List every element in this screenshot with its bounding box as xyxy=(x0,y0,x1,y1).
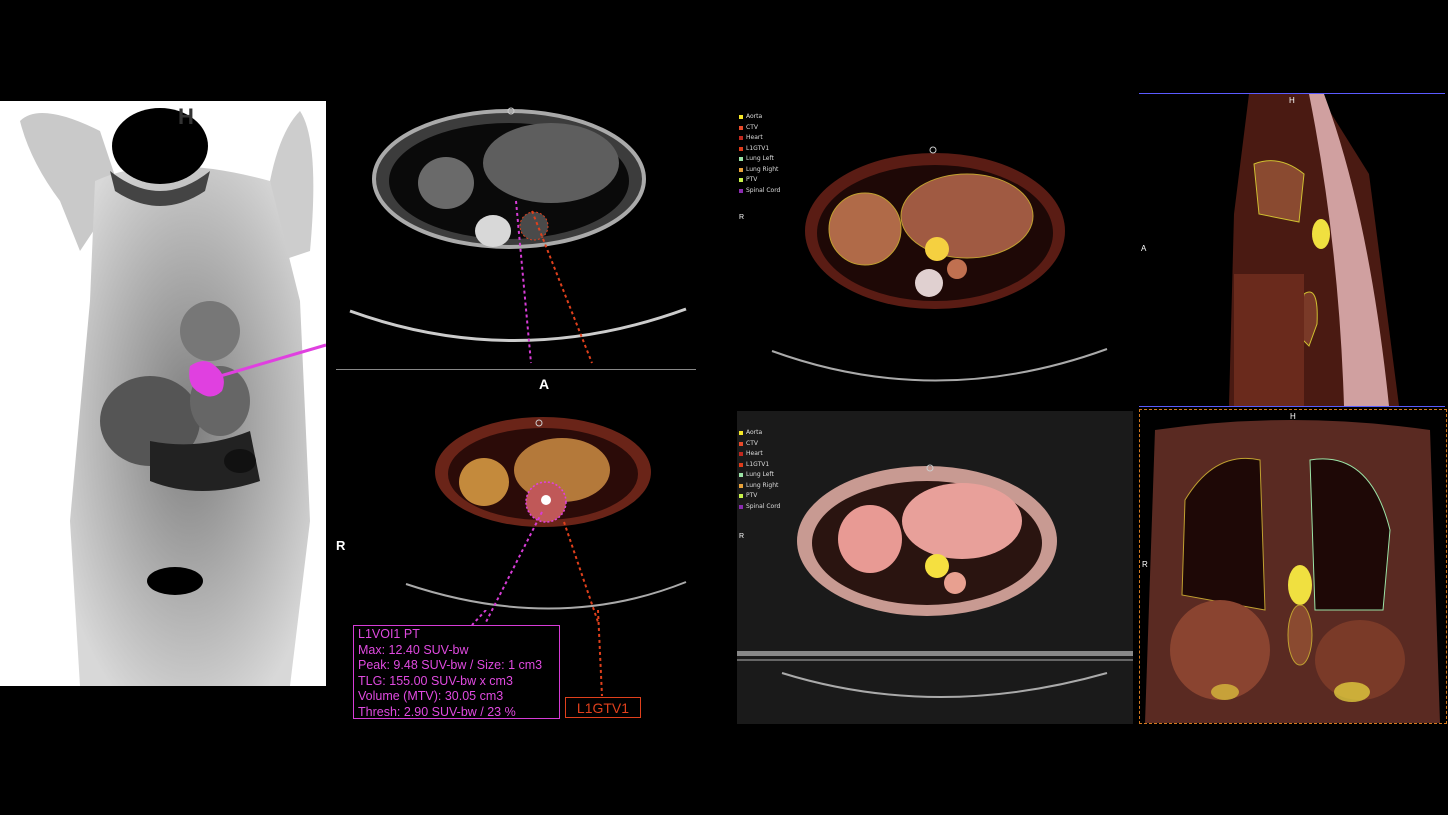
legend-label: PTV xyxy=(746,492,758,499)
fusion-axial-2-viewport[interactable]: Aorta CTV Heart L1GTV1 Lung Left Lung Right PT… xyxy=(737,101,1133,401)
fusion-axial-3-image xyxy=(737,464,1133,698)
coronal-image xyxy=(1145,420,1440,723)
legend-swatch xyxy=(739,431,743,436)
coronal-viewport[interactable]: H R xyxy=(1139,409,1447,724)
legend-label: Heart xyxy=(746,450,763,457)
legend-label: L1GTV1 xyxy=(746,144,770,152)
gtv-label-tag: L1GTV1 xyxy=(565,697,641,718)
fusion-axial-2-orientation-label: R xyxy=(739,214,745,221)
sagittal-top-label: H xyxy=(1289,96,1295,105)
mip-body-image xyxy=(20,108,326,686)
fusion-axial-image xyxy=(405,417,687,622)
legend-item: CTV xyxy=(739,123,780,134)
legend-item: Aorta xyxy=(739,428,780,439)
legend-item: Lung Left xyxy=(739,154,780,165)
legend-label: Aorta xyxy=(746,113,763,120)
structure-legend-2: Aorta CTV Heart L1GTV1 Lung Left Lung Right PT… xyxy=(739,428,780,512)
legend-label: L1GTV1 xyxy=(746,460,770,468)
sagittal-side-label: A xyxy=(1141,244,1147,253)
fusion-axial-3-viewport[interactable]: Aorta CTV Heart L1GTV1 Lung Left Lung Right PT… xyxy=(737,411,1133,724)
voi-title: L1VOI1 PT xyxy=(358,627,420,641)
voi-tlg: TLG: 155.00 SUV-bw x cm3 xyxy=(358,673,513,688)
ct-axial-viewport[interactable] xyxy=(336,101,696,369)
legend-label: Spinal Cord xyxy=(746,502,781,510)
legend-swatch xyxy=(739,188,743,193)
fusion-axial-orientation-label: R xyxy=(336,538,346,553)
legend-label: Spinal Cord xyxy=(746,186,781,194)
legend-swatch xyxy=(739,178,743,183)
legend-swatch xyxy=(739,136,743,141)
legend-label: PTV xyxy=(746,176,758,183)
mip-orientation-label: H xyxy=(178,104,194,129)
ct-axial-image xyxy=(349,107,687,364)
legend-item: Spinal Cord xyxy=(739,186,780,197)
voi-thresh: Thresh: 2.90 SUV-bw / 23 % xyxy=(358,704,516,719)
legend-label: Lung Right xyxy=(746,165,779,173)
legend-label: Lung Left xyxy=(746,155,774,162)
legend-item: Lung Left xyxy=(739,470,780,481)
legend-label: CTV xyxy=(746,123,758,131)
legend-swatch xyxy=(739,125,743,130)
legend-item: L1GTV1 xyxy=(739,460,780,471)
sagittal-image xyxy=(1229,94,1399,406)
voi-max: Max: 12.40 SUV-bw xyxy=(358,642,469,657)
legend-swatch xyxy=(739,504,743,509)
legend-swatch xyxy=(739,115,743,120)
fusion-axial-2-image xyxy=(771,146,1108,382)
voi-stats-box: L1VOI1 PT Max: 12.40 SUV-bw Peak: 9.48 S… xyxy=(353,625,560,719)
legend-item: Lung Right xyxy=(739,165,780,176)
legend-label: Aorta xyxy=(746,429,763,436)
legend-swatch xyxy=(739,452,743,457)
legend-item: PTV xyxy=(739,175,780,186)
legend-item: Heart xyxy=(739,449,780,460)
structure-legend: Aorta CTV Heart L1GTV1 Lung Left Lung Right PT… xyxy=(739,112,780,196)
legend-item: Heart xyxy=(739,133,780,144)
fusion-axial-viewport[interactable] xyxy=(336,412,696,622)
legend-label: Lung Right xyxy=(746,481,779,489)
legend-swatch xyxy=(739,146,743,151)
legend-item: CTV xyxy=(739,439,780,450)
legend-swatch xyxy=(739,441,743,446)
legend-item: Spinal Cord xyxy=(739,502,780,513)
ct-axial-orientation-label: A xyxy=(539,376,550,392)
legend-label: Heart xyxy=(746,134,763,141)
coronal-side-label: R xyxy=(1142,560,1148,569)
legend-swatch xyxy=(739,157,743,162)
coronal-top-label: H xyxy=(1290,412,1296,421)
legend-swatch xyxy=(739,462,743,467)
legend-item: PTV xyxy=(739,491,780,502)
legend-label: CTV xyxy=(746,439,758,447)
legend-swatch xyxy=(739,483,743,488)
legend-swatch xyxy=(739,473,743,478)
voi-peak: Peak: 9.48 SUV-bw / Size: 1 cm3 xyxy=(358,658,543,673)
legend-label: Lung Left xyxy=(746,471,774,478)
sagittal-viewport[interactable]: H A xyxy=(1139,93,1445,407)
legend-list: Aorta CTV Heart L1GTV1 Lung Left Lung Right PT… xyxy=(739,112,780,196)
legend-item: Aorta xyxy=(739,112,780,123)
voi-volume: Volume (MTV): 30.05 cm3 xyxy=(358,689,504,704)
legend-item: L1GTV1 xyxy=(739,144,780,155)
legend-item: Lung Right xyxy=(739,481,780,492)
fusion-axial-3-orientation-label: R xyxy=(739,533,745,540)
viewport-divider xyxy=(336,369,696,370)
legend-swatch xyxy=(739,494,743,499)
legend-swatch xyxy=(739,167,743,172)
mip-viewport[interactable]: H xyxy=(0,101,326,686)
legend-list-2: Aorta CTV Heart L1GTV1 Lung Left Lung Right PT… xyxy=(739,428,780,512)
